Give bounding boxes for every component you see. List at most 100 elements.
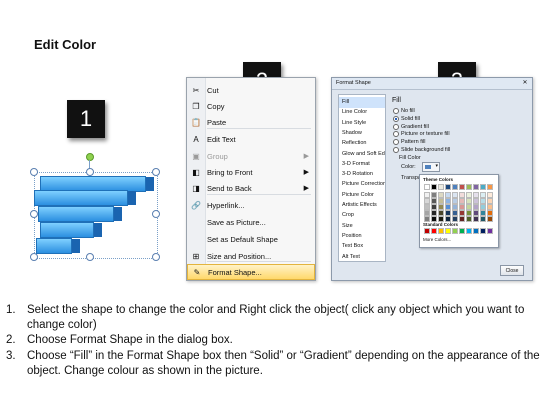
- menu-item-hyperlink[interactable]: 🔗 Hyperlink...: [187, 197, 315, 213]
- color-picker-button[interactable]: ▾: [422, 162, 440, 172]
- close-button[interactable]: Close: [500, 265, 524, 276]
- radio-button[interactable]: [393, 123, 399, 130]
- category-crop[interactable]: Crop: [339, 210, 385, 221]
- resize-handle-tl[interactable]: [30, 168, 38, 176]
- resize-handle-mr[interactable]: [152, 210, 160, 218]
- shape-bar-3-side: [114, 207, 122, 221]
- radio-button[interactable]: [393, 115, 399, 122]
- color-swatch[interactable]: [445, 228, 451, 234]
- color-swatch[interactable]: [480, 184, 486, 190]
- resize-handle-ml[interactable]: [30, 210, 38, 218]
- category-line-style[interactable]: Line Style: [339, 118, 385, 129]
- category-artistic-effects[interactable]: Artistic Effects: [339, 200, 385, 211]
- menu-item-paste[interactable]: 📋 Paste: [187, 114, 315, 130]
- radio-button[interactable]: [393, 131, 399, 138]
- resize-handle-bl[interactable]: [30, 253, 38, 261]
- menu-item-label: Send to Back: [207, 183, 252, 193]
- color-swatch[interactable]: [487, 216, 493, 222]
- size-position-icon: ⊞: [192, 251, 200, 261]
- category-fill[interactable]: Fill: [339, 97, 385, 108]
- menu-item-set-as-default-shape[interactable]: Set as Default Shape: [187, 231, 315, 247]
- category-line-color[interactable]: Line Color: [339, 107, 385, 118]
- shape-bar-4-side: [94, 223, 102, 237]
- menu-item-cut[interactable]: ✂ Cut: [187, 82, 315, 98]
- color-swatch[interactable]: [459, 228, 465, 234]
- color-swatch[interactable]: [431, 228, 437, 234]
- color-swatch[interactable]: [424, 184, 430, 190]
- color-swatch[interactable]: [431, 184, 437, 190]
- menu-item-send-to-back[interactable]: ◨ Send to Back ▶: [187, 180, 315, 196]
- category-size[interactable]: Size: [339, 221, 385, 232]
- group-icon: ▣: [192, 151, 200, 161]
- fill-option[interactable]: Pattern fill: [393, 139, 425, 146]
- step-text: Choose “Fill” in the Format Shape box th…: [27, 349, 540, 377]
- fill-option[interactable]: Picture or texture fill: [393, 131, 450, 138]
- selected-shape-group[interactable]: [28, 153, 160, 261]
- color-swatch[interactable]: [424, 228, 430, 234]
- shape-bar-5-side: [72, 239, 80, 253]
- color-swatch[interactable]: [473, 228, 479, 234]
- menu-item-size-and-position[interactable]: ⊞ Size and Position...: [187, 248, 315, 264]
- radio-button[interactable]: [393, 139, 399, 146]
- menu-item-label: Size and Position...: [207, 251, 272, 261]
- category-3-d-rotation[interactable]: 3-D Rotation: [339, 169, 385, 180]
- step-number: 3.: [6, 349, 16, 362]
- category-picture-color[interactable]: Picture Color: [339, 190, 385, 201]
- color-swatch[interactable]: [452, 228, 458, 234]
- category-glow-and-soft-edges[interactable]: Glow and Soft Edges: [339, 149, 385, 160]
- category-text-box[interactable]: Text Box: [339, 241, 385, 252]
- resize-handle-br[interactable]: [152, 253, 160, 261]
- color-swatch[interactable]: [459, 184, 465, 190]
- color-swatch[interactable]: [473, 184, 479, 190]
- fill-option[interactable]: Slide background fill: [393, 147, 450, 153]
- shape-bar-5: [36, 238, 72, 254]
- step-number: 1.: [6, 304, 16, 316]
- menu-item-bring-to-front[interactable]: ◧ Bring to Front ▶: [187, 164, 315, 180]
- menu-item-edit-text[interactable]: A Edit Text: [187, 131, 315, 147]
- menu-item-label: Set as Default Shape: [207, 234, 278, 244]
- category-shadow[interactable]: Shadow: [339, 128, 385, 139]
- color-swatch[interactable]: [438, 184, 444, 190]
- radio-button[interactable]: [393, 108, 399, 114]
- category-3-d-format[interactable]: 3-D Format: [339, 159, 385, 170]
- color-swatch[interactable]: [438, 228, 444, 234]
- menu-item-format-shape[interactable]: ✎ Format Shape...: [187, 264, 315, 280]
- fill-option-label: Picture or texture fill: [401, 131, 450, 138]
- rotation-handle[interactable]: [86, 153, 94, 161]
- menu-item-copy[interactable]: ❐ Copy: [187, 98, 315, 114]
- color-swatch[interactable]: [487, 228, 493, 234]
- fill-option-label: No fill: [401, 108, 415, 114]
- shape-bar-2: [34, 190, 128, 206]
- close-icon[interactable]: ✕: [521, 79, 529, 87]
- submenu-arrow-icon: ▶: [303, 153, 309, 160]
- context-menu: ✂ Cut ❐ Copy 📋 Paste A Edit Text ▣ Group ▶ ◧ Bring t…: [186, 77, 316, 281]
- fill-option[interactable]: Gradient fill: [393, 123, 429, 130]
- fill-option[interactable]: No fill: [393, 108, 415, 114]
- copy-icon: ❐: [192, 101, 200, 111]
- color-swatch[interactable]: [466, 228, 472, 234]
- color-swatch[interactable]: [466, 216, 472, 222]
- color-swatch[interactable]: [445, 184, 451, 190]
- category-position[interactable]: Position: [339, 231, 385, 242]
- color-swatch[interactable]: [466, 184, 472, 190]
- category-picture-corrections[interactable]: Picture Corrections: [339, 179, 385, 190]
- menu-item-group[interactable]: ▣ Group ▶: [187, 148, 315, 164]
- resize-handle-bc[interactable]: [86, 253, 94, 261]
- fill-option[interactable]: Solid fill: [393, 115, 420, 122]
- shape-bar-2-side: [128, 191, 136, 205]
- resize-handle-tc[interactable]: [86, 168, 94, 176]
- color-swatch[interactable]: [480, 228, 486, 234]
- category-alt-text[interactable]: Alt Text: [339, 252, 385, 263]
- color-swatch[interactable]: [487, 184, 493, 190]
- radio-button[interactable]: [393, 147, 399, 153]
- color-swatch[interactable]: [452, 184, 458, 190]
- more-colors-link[interactable]: More Colors...: [423, 237, 451, 242]
- color-swatch[interactable]: [473, 216, 479, 222]
- paint-bucket-icon: [425, 165, 431, 169]
- color-swatch[interactable]: [480, 216, 486, 222]
- category-reflection[interactable]: Reflection: [339, 138, 385, 149]
- color-palette-dropdown: Theme Colors Standard Colors More Colors…: [419, 174, 499, 248]
- menu-item-save-as-picture[interactable]: Save as Picture...: [187, 214, 315, 230]
- color-swatch[interactable]: [459, 216, 465, 222]
- resize-handle-tr[interactable]: [152, 168, 160, 176]
